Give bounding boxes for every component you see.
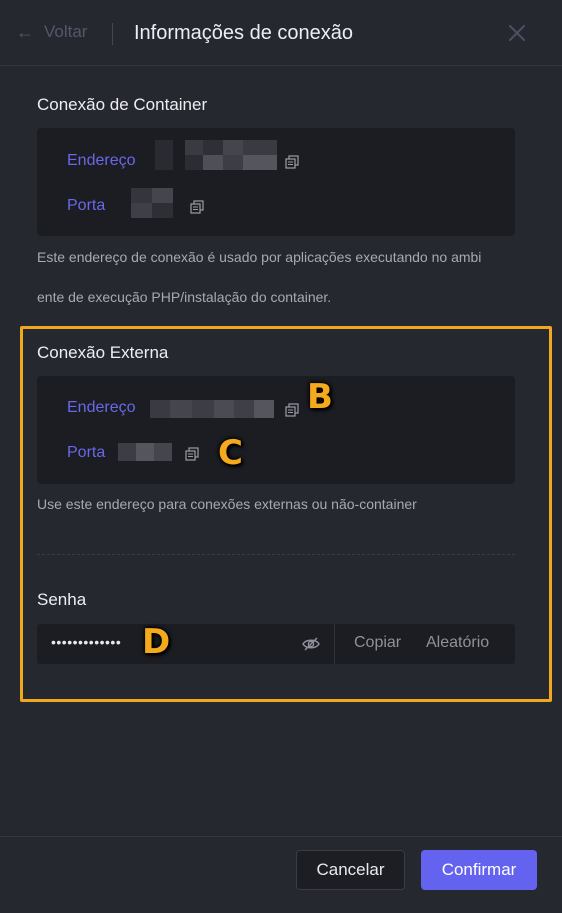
copy-icon[interactable] <box>285 155 299 169</box>
copy-icon[interactable] <box>190 200 204 214</box>
external-address-label: Endereço <box>67 399 136 416</box>
cancel-button[interactable]: Cancelar <box>296 850 405 890</box>
close-icon[interactable] <box>506 22 528 44</box>
back-label: Voltar <box>44 22 88 41</box>
back-button[interactable]: ← Voltar <box>16 22 87 42</box>
container-help-line-2: ente de execução PHP/instalação do conta… <box>37 289 332 305</box>
field-separator <box>334 624 335 664</box>
container-address-label: Endereço <box>67 152 136 169</box>
arrow-left-icon: ← <box>16 22 34 42</box>
confirm-button[interactable]: Confirmar <box>421 850 537 890</box>
connection-info-dialog: ← Voltar Informações de conexão Conexão … <box>0 0 562 913</box>
callout-d: D <box>142 622 171 662</box>
copy-password-button[interactable]: Copiar <box>354 634 401 652</box>
external-connection-title: Conexão Externa <box>37 343 169 362</box>
container-help-line-1: Este endereço de conexão é usado por apl… <box>37 249 482 265</box>
header-divider <box>112 23 113 45</box>
copy-icon[interactable] <box>185 447 199 461</box>
container-connection-panel: Endereço Porta <box>37 128 515 236</box>
container-port-value <box>131 188 173 218</box>
external-port-value <box>118 443 172 461</box>
container-connection-title: Conexão de Container <box>37 95 208 114</box>
container-address-value <box>185 140 277 170</box>
external-port-label: Porta <box>67 444 106 461</box>
dialog-title: Informações de conexão <box>134 22 354 44</box>
external-help: Use este endereço para conexões externas… <box>37 496 417 512</box>
redacted-block <box>155 140 173 170</box>
password-title: Senha <box>37 590 87 609</box>
callout-c: C <box>218 433 243 473</box>
section-divider <box>37 554 515 555</box>
dialog-header: ← Voltar Informações de conexão <box>0 0 562 66</box>
copy-icon[interactable] <box>285 403 299 417</box>
external-address-value <box>150 400 274 418</box>
password-value[interactable]: ••••••••••••• <box>51 634 121 650</box>
external-connection-panel: Endereço Porta <box>37 376 515 484</box>
eye-off-icon[interactable] <box>301 634 321 654</box>
callout-b: B <box>307 377 333 417</box>
password-field[interactable]: ••••••••••••• Copiar Aleatório <box>37 624 515 664</box>
random-password-button[interactable]: Aleatório <box>426 634 489 652</box>
container-port-label: Porta <box>67 197 106 214</box>
